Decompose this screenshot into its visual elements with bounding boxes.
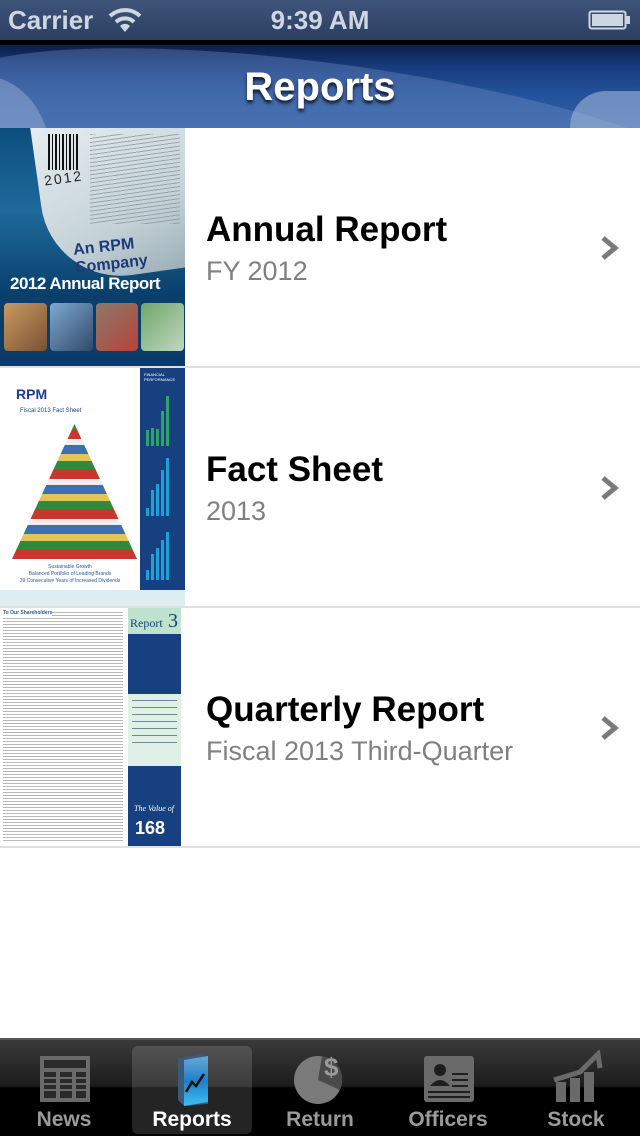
svg-text:$: $ [324,1052,339,1082]
tab-bar: News Reports $ Return Officers Stock [0,1038,640,1136]
cover-photo [4,303,47,351]
cover-tagline: 39 Consecutive Years of Increased Divide… [19,578,121,584]
mini-bar [151,490,154,516]
cover-text-lines [3,612,123,842]
report-book-icon [178,1054,208,1106]
report-title: Fact Sheet [206,450,383,489]
chevron-right-icon [601,716,619,740]
value-number: 168 [135,818,166,838]
report-row-quarterly[interactable]: To Our Shareholders Report 3 The Value o… [0,608,640,848]
quarterly-report-cover-thumbnail: To Our Shareholders Report 3 The Value o… [0,608,185,846]
mini-bar [166,396,169,446]
mini-bar [156,429,159,446]
tab-news[interactable]: News [4,1046,124,1134]
page-title: Reports [244,65,396,109]
pie-dollar-icon: $ [294,1052,343,1104]
tab-return[interactable]: $ Return [260,1046,380,1134]
mini-bar [161,411,164,446]
cover-photo-strip [4,303,184,351]
mini-bar [146,508,149,516]
mini-bar [166,458,169,516]
newspaper-icon [40,1056,90,1102]
report-subtitle: Fiscal 2013 Third-Quarter [206,736,514,766]
battery-icon [588,10,630,30]
report-title: Quarterly Report [206,690,485,729]
tab-label: Officers [408,1108,488,1131]
report-subtitle: 2013 [206,496,267,526]
chevron-right-icon [601,236,619,260]
cover-tagline: Sustainable Growth [48,564,92,570]
tab-stock[interactable]: Stock [516,1046,636,1134]
financial-performance-sidebar: FINANCIAL PERFORMANCE [140,368,185,590]
cover-heading: Fiscal 2013 Fact Sheet [20,408,82,414]
report-title: Annual Report [206,210,448,249]
mini-bar [161,470,164,516]
report-row-annual[interactable]: 2012 An RPM Company 2012 Annual Report A… [0,128,640,368]
clock: 9:39 AM [270,5,370,35]
cover-photo [141,303,184,351]
annual-report-cover-thumbnail: 2012 An RPM Company 2012 Annual Report [0,128,185,366]
cover-heading: To Our Shareholders [3,610,53,616]
highlights-box [128,694,181,766]
badge-number: 3 [168,610,178,632]
report-subtitle: FY 2012 [206,256,308,286]
mini-bar [156,484,159,516]
tab-label: Reports [152,1108,232,1131]
product-pyramid-graphic [12,424,137,559]
mini-bar [151,428,154,446]
tab-officers[interactable]: Officers [388,1046,508,1134]
mini-bar [151,554,154,580]
mini-bar [146,570,149,580]
screen: Carrier 9:39 AM Reports 2012 An RPM Comp… [0,0,640,1136]
cover-photo [49,303,93,351]
navigation-bar: Reports [0,40,640,128]
stock-chart-icon [553,1050,603,1102]
id-card-icon [424,1056,474,1102]
tab-label: Return [286,1108,354,1131]
fact-sheet-cover-thumbnail: RPM Fiscal 2013 Fact Sheet Sustainable G… [0,368,185,606]
tab-label: Stock [547,1108,605,1131]
status-bar: Carrier 9:39 AM [0,0,640,40]
report-row-fact-sheet[interactable]: RPM Fiscal 2013 Fact Sheet Sustainable G… [0,368,640,608]
reports-list: 2012 An RPM Company 2012 Annual Report A… [0,128,640,848]
barcode-graphic [48,134,80,170]
value-label: The Value of [134,804,174,813]
mini-bar [166,532,169,580]
cover-photo [95,303,139,351]
cover-text-lines [90,134,180,224]
cover-tagline: Balanced Portfolio of Leading Brands [28,571,112,577]
cover-footnote [0,590,185,606]
sidebar-title: FINANCIAL PERFORMANCE [144,372,176,382]
mini-bar [161,540,164,580]
cover-heading: 2012 Annual Report [10,274,161,293]
mini-bar [146,430,149,446]
tab-reports[interactable]: Reports [132,1046,252,1134]
badge-label: Report [130,616,163,630]
quarter-badge: Report 3 [128,608,181,634]
tab-label: News [36,1108,92,1131]
company-logo: RPM [16,386,48,402]
chevron-right-icon [601,476,619,500]
mini-bar [156,548,159,580]
